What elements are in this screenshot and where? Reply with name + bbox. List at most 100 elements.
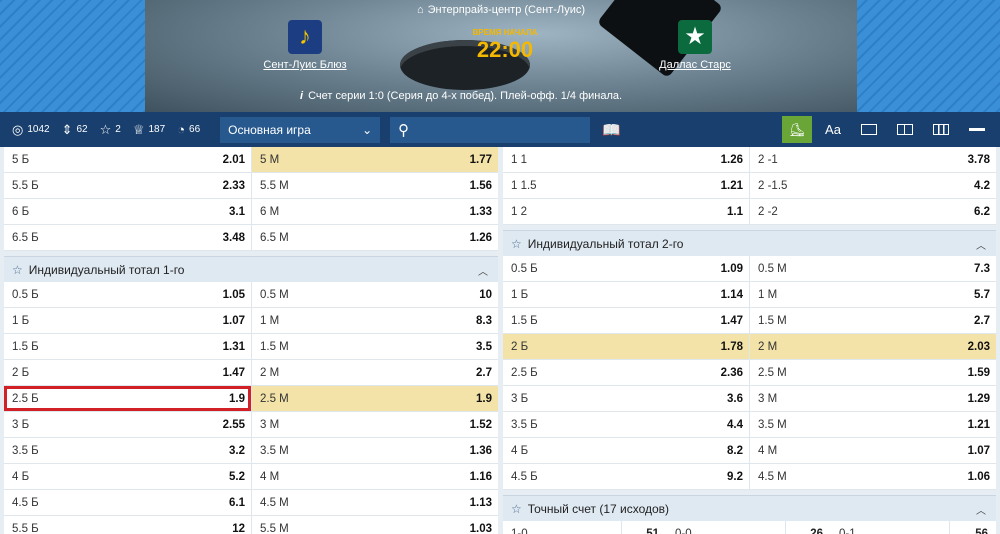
odds-cell[interactable]: 3 М 1.52 (251, 412, 498, 437)
score-odd-cell[interactable]: 51 (621, 521, 667, 534)
filter-favorites[interactable]: ☆ 2 (100, 122, 121, 138)
odds-label: 2 -1 (758, 153, 778, 166)
filter-all-markets[interactable]: ◎ 1042 (12, 122, 50, 138)
layout-three-column-button[interactable] (926, 116, 956, 143)
score-odd-cell[interactable]: 56 (949, 521, 996, 534)
odds-cell[interactable]: 3 М 1.29 (749, 386, 996, 411)
filter-timer[interactable]: ◔ 66 (177, 122, 200, 137)
team-home-name[interactable]: Сент-Луис Блюз (263, 59, 346, 71)
odds-label: 1 М (758, 288, 778, 301)
chevron-up-icon[interactable]: ︿ (478, 263, 488, 278)
star-icon[interactable]: ☆ (12, 263, 23, 277)
odds-cell[interactable]: 3 Б 2.55 (4, 412, 251, 437)
filter-sort[interactable]: ⇕ 62 (62, 122, 88, 138)
odds-cell[interactable]: 1 М 5.7 (749, 282, 996, 307)
odds-cell[interactable]: 2 Б 1.78 (503, 334, 749, 359)
odds-cell[interactable]: 2.5 М 1.9 (251, 386, 498, 411)
odds-cell[interactable]: 5 Б 2.01 (4, 147, 251, 172)
odds-cell[interactable]: 5 М 1.77 (251, 147, 498, 172)
odds-cell[interactable]: 2 -1.5 4.2 (749, 173, 996, 198)
odds-cell[interactable]: 2 Б 1.47 (4, 360, 251, 385)
odds-cell[interactable]: 4 М 1.07 (749, 438, 996, 463)
odds-cell[interactable]: 1 1.5 1.21 (503, 173, 749, 198)
odds-cell[interactable]: 5.5 М 1.56 (251, 173, 498, 198)
odds-cell[interactable]: 5.5 Б 12 (4, 516, 251, 534)
odds-cell[interactable]: 2 -1 3.78 (749, 147, 996, 172)
odds-cell[interactable]: 0.5 Б 1.05 (4, 282, 251, 307)
odds-cell[interactable]: 4 Б 5.2 (4, 464, 251, 489)
odds-cell[interactable]: 1 2 1.1 (503, 199, 749, 224)
game-mode-select[interactable]: Основная игра ⌄ (220, 116, 381, 143)
chevron-up-icon[interactable]: ︿ (976, 237, 986, 252)
odds-cell[interactable]: 3.5 Б 4.4 (503, 412, 749, 437)
filter-trophy[interactable]: ♕ 187 (133, 122, 165, 138)
start-time-label: ВРЕМЯ НАЧАЛА (472, 28, 538, 37)
odds-cell[interactable]: 1 1 1.26 (503, 147, 749, 172)
odds-label: 6.5 Б (12, 231, 39, 244)
odds-label: 4.5 Б (511, 470, 538, 483)
odds-cell[interactable]: 5.5 Б 2.33 (4, 173, 251, 198)
odds-cell[interactable]: 2 М 2.7 (251, 360, 498, 385)
table-row: 1.5 Б 1.47 1.5 М 2.7 (503, 308, 996, 334)
layout-single-icon (861, 124, 877, 135)
odds-cell[interactable]: 4.5 М 1.06 (749, 464, 996, 489)
odds-value: 2.7 (476, 366, 492, 379)
skater-view-button[interactable]: ⛸ (782, 116, 812, 143)
odds-cell[interactable]: 6.5 Б 3.48 (4, 225, 251, 250)
odds-cell[interactable]: 4.5 М 1.13 (251, 490, 498, 515)
odds-cell[interactable]: 5.5 М 1.03 (251, 516, 498, 534)
score-label-cell[interactable]: 1-0 (503, 521, 621, 534)
team-away[interactable]: ★ Даллас Старс (635, 20, 755, 71)
star-icon[interactable]: ☆ (511, 237, 522, 251)
odds-cell[interactable]: 3.5 М 1.21 (749, 412, 996, 437)
odds-cell[interactable]: 6 Б 3.1 (4, 199, 251, 224)
section-header-team2-total[interactable]: ☆ Индивидуальный тотал 2-го ︿ (503, 230, 996, 256)
team-home[interactable]: ♪ Сент-Луис Блюз (245, 20, 365, 71)
odds-cell[interactable]: 1 Б 1.07 (4, 308, 251, 333)
score-label-cell[interactable]: 0-0 (667, 521, 785, 534)
odds-label: 5 Б (12, 153, 30, 166)
market-search-input[interactable]: ⚲ (390, 116, 591, 143)
score-odd-cell[interactable]: 26 (785, 521, 831, 534)
odds-cell[interactable]: 0.5 М 10 (251, 282, 498, 307)
odds-cell[interactable]: 6.5 М 1.26 (251, 225, 498, 250)
book-icon[interactable]: 📖 (602, 121, 621, 139)
chevron-up-icon[interactable]: ︿ (976, 502, 986, 517)
game-mode-value: Основная игра (228, 122, 311, 137)
layout-two-column-button[interactable] (890, 116, 920, 143)
odds-cell[interactable]: 2.5 Б 1.9 (4, 386, 251, 411)
odds-cell[interactable]: 1 М 8.3 (251, 308, 498, 333)
odds-value: 2.33 (222, 179, 245, 192)
odds-cell[interactable]: 3.5 Б 3.2 (4, 438, 251, 463)
odds-cell[interactable]: 0.5 М 7.3 (749, 256, 996, 281)
odds-cell[interactable]: 1.5 М 3.5 (251, 334, 498, 359)
odds-cell[interactable]: 0.5 Б 1.09 (503, 256, 749, 281)
odds-cell[interactable]: 3 Б 3.6 (503, 386, 749, 411)
odds-cell[interactable]: 2.5 Б 2.36 (503, 360, 749, 385)
odds-cell[interactable]: 2 М 2.03 (749, 334, 996, 359)
odds-value: 1.77 (469, 153, 492, 166)
odds-cell[interactable]: 3.5 М 1.36 (251, 438, 498, 463)
layout-one-column-button[interactable] (854, 116, 884, 143)
odds-cell[interactable]: 1.5 Б 1.47 (503, 308, 749, 333)
section-header-exact-score[interactable]: ☆ Точный счет (17 исходов) ︿ (503, 495, 996, 521)
section-header-team1-total[interactable]: ☆ Индивидуальный тотал 1-го ︿ (4, 256, 498, 282)
odds-label: 1 1 (511, 153, 527, 166)
odds-cell[interactable]: 4.5 Б 9.2 (503, 464, 749, 489)
odds-cell[interactable]: 4 Б 8.2 (503, 438, 749, 463)
odds-cell[interactable]: 1 Б 1.14 (503, 282, 749, 307)
odds-cell[interactable]: 4 М 1.16 (251, 464, 498, 489)
layout-compact-button[interactable] (962, 116, 992, 143)
odds-cell[interactable]: 1.5 Б 1.31 (4, 334, 251, 359)
target-icon: ◎ (12, 121, 24, 137)
odds-label: 1 М (260, 314, 280, 327)
odds-cell[interactable]: 2.5 М 1.59 (749, 360, 996, 385)
odds-cell[interactable]: 1.5 М 2.7 (749, 308, 996, 333)
odds-cell[interactable]: 2 -2 6.2 (749, 199, 996, 224)
star-icon[interactable]: ☆ (511, 502, 522, 516)
odds-cell[interactable]: 6 М 1.33 (251, 199, 498, 224)
odds-cell[interactable]: 4.5 Б 6.1 (4, 490, 251, 515)
score-label-cell[interactable]: 0-1 (831, 521, 949, 534)
team-away-name[interactable]: Даллас Старс (659, 59, 731, 71)
font-size-button[interactable]: Aa (818, 116, 848, 143)
